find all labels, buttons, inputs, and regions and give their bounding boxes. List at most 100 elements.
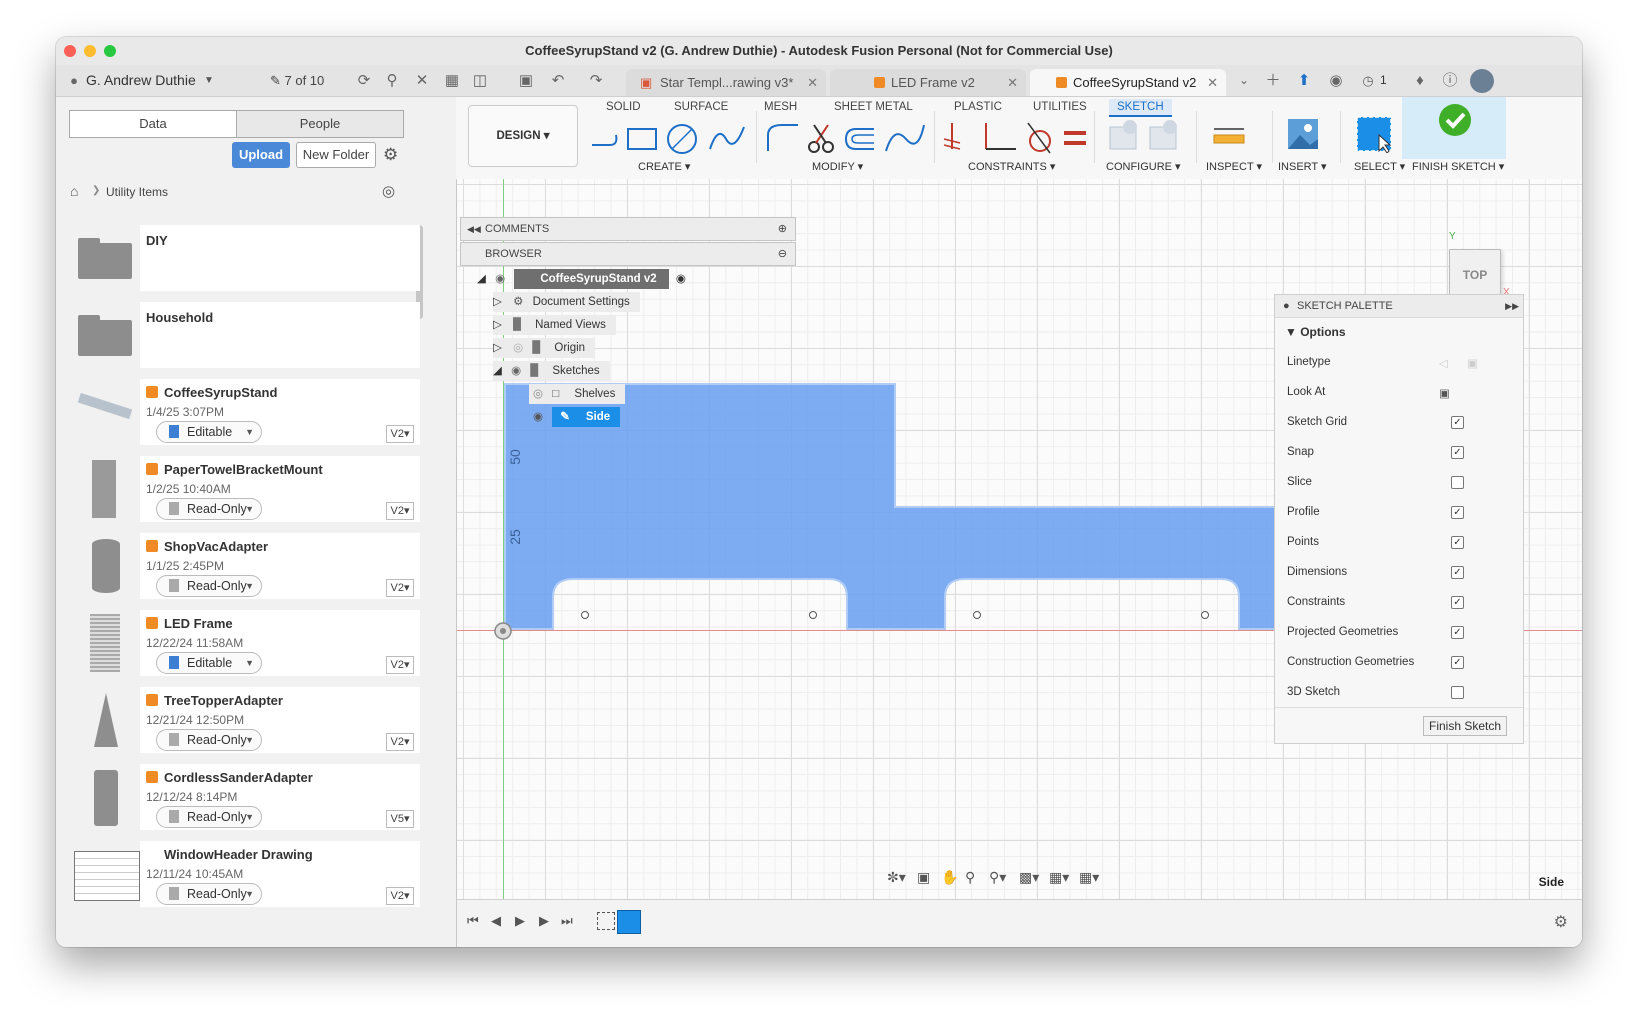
close-icon[interactable]: ✕ <box>1007 69 1018 96</box>
minimize-panel-icon[interactable]: ⊖ <box>778 243 787 265</box>
tree-sketch-shelves[interactable]: ◎ □ Shelves <box>529 384 626 404</box>
look-at-icon[interactable]: ▣ <box>1439 386 1450 400</box>
create-tools[interactable] <box>584 121 752 155</box>
expand-icon[interactable]: ◢ <box>477 273 486 285</box>
expand-icon[interactable]: ◢ <box>493 365 502 377</box>
permission-dropdown[interactable]: Read-Only ▼ <box>156 575 262 597</box>
eye-icon[interactable]: ◉ <box>511 365 521 377</box>
gear-icon[interactable]: ⚙ <box>1554 912 1568 932</box>
tab-sheet-metal[interactable]: SHEET METAL <box>834 101 913 113</box>
constraints-menu[interactable]: CONSTRAINTS ▾ <box>968 160 1055 173</box>
fit-icon[interactable]: ⚲▾ <box>989 869 1006 886</box>
online-status-icon[interactable]: ◉ <box>1324 65 1348 96</box>
home-icon[interactable]: ⌂ <box>70 183 78 199</box>
constraints-checkbox[interactable]: ✓ <box>1451 596 1464 609</box>
version-dropdown[interactable]: V2▾ <box>386 733 414 751</box>
sketch-feature-shelves-icon[interactable] <box>597 912 615 930</box>
refresh-icon[interactable]: ⟳ <box>352 65 376 96</box>
globe-icon[interactable]: ◎ <box>382 182 395 200</box>
constraint-tools[interactable] <box>940 119 1090 155</box>
workspace-switcher[interactable]: DESIGN ▾ <box>468 105 578 167</box>
design-item[interactable]: TreeTopperAdapter 12/21/24 12:50PM Read-… <box>72 687 420 753</box>
tab-mesh[interactable]: MESH <box>764 101 797 113</box>
gear-icon[interactable]: ⚙ <box>383 145 398 165</box>
close-icon[interactable]: ✕ <box>807 69 818 96</box>
job-status[interactable]: ✎ 7 of 10 <box>270 65 324 96</box>
version-dropdown[interactable]: V2▾ <box>386 425 414 443</box>
step-back-icon[interactable]: ◀ <box>491 913 501 929</box>
tab-plastic[interactable]: PLASTIC <box>954 101 1002 113</box>
permission-dropdown[interactable]: Editable ▼ <box>156 421 262 443</box>
measure-icon[interactable] <box>1212 121 1248 151</box>
finish-sketch-palette-button[interactable]: Finish Sketch <box>1423 716 1507 736</box>
profile-checkbox[interactable]: ✓ <box>1451 506 1464 519</box>
permission-dropdown[interactable]: Read-Only ▼ <box>156 806 262 828</box>
palette-header[interactable]: ● SKETCH PALETTE ▶▶ <box>1275 295 1523 318</box>
construction-icon[interactable]: ▣ <box>1467 356 1478 370</box>
insert-image-icon[interactable] <box>1286 117 1320 151</box>
select-icon[interactable] <box>1355 115 1393 153</box>
chevron-down-icon[interactable]: ▼ <box>204 65 214 96</box>
configure-tools[interactable] <box>1106 117 1186 153</box>
tree-named-views[interactable]: ▷ ▉ Named Views <box>493 315 616 335</box>
select-menu[interactable]: SELECT ▾ <box>1354 160 1405 173</box>
finish-sketch-menu[interactable]: FINISH SKETCH ▾ <box>1412 160 1504 173</box>
expand-panel-icon[interactable]: ▶▶ <box>1505 295 1519 317</box>
3d-sketch-checkbox[interactable] <box>1451 686 1464 699</box>
pan-hand-icon[interactable]: ✋ <box>941 869 958 886</box>
create-menu[interactable]: CREATE ▾ <box>638 160 690 173</box>
grid-settings-icon[interactable]: ▦▾ <box>1049 869 1069 886</box>
slice-checkbox[interactable] <box>1451 476 1464 489</box>
tab-led-frame[interactable]: LED Frame v2 ✕ <box>830 69 1026 96</box>
tab-coffeesyrupstand[interactable]: CoffeeSyrupStand v2 ✕ <box>1030 69 1226 96</box>
design-item[interactable]: CoffeeSyrupStand 1/4/25 3:07PM Editable ▼… <box>72 379 420 445</box>
tree-root[interactable]: ◢ ◉ CoffeeSyrupStand v2 ◉ <box>477 269 686 289</box>
bell-icon[interactable]: ♦ <box>1408 65 1432 96</box>
permission-dropdown[interactable]: Read-Only ▼ <box>156 729 262 751</box>
version-dropdown[interactable]: V2▾ <box>386 887 414 905</box>
zoom-icon[interactable]: ⚲ <box>965 869 975 886</box>
viewports-icon[interactable]: ▦▾ <box>1079 869 1099 886</box>
eye-hidden-icon[interactable]: ◎ <box>533 388 543 400</box>
avatar[interactable] <box>1470 69 1494 93</box>
projected-geometries-checkbox[interactable]: ✓ <box>1451 626 1464 639</box>
comments-header[interactable]: ◀◀ COMMENTS ⊕ <box>460 217 796 241</box>
linetype-icon[interactable]: ◁ <box>1439 356 1448 370</box>
minimize-panel-icon[interactable]: ● <box>1283 295 1290 317</box>
tree-origin[interactable]: ▷ ◎ ▉ Origin <box>493 338 596 358</box>
new-tab-icon[interactable]: ＋ <box>1261 65 1285 96</box>
design-item[interactable]: PaperTowelBracketMount 1/2/25 10:40AM Re… <box>72 456 420 522</box>
search-icon[interactable]: ⚲ <box>380 65 404 96</box>
look-at-icon[interactable]: ▣ <box>917 869 930 886</box>
user-menu[interactable]: G. Andrew Duthie <box>86 65 196 96</box>
tree-document-settings[interactable]: ▷ ⚙ Document Settings <box>493 292 640 312</box>
step-forward-icon[interactable]: ▶ <box>539 913 549 929</box>
close-icon[interactable]: ✕ <box>1207 69 1218 96</box>
insert-menu[interactable]: INSERT ▾ <box>1278 160 1327 173</box>
design-item[interactable]: CordlessSanderAdapter 12/12/24 8:14PM Re… <box>72 764 420 830</box>
expand-icon[interactable]: ▷ <box>493 342 502 354</box>
version-dropdown[interactable]: V2▾ <box>386 579 414 597</box>
go-to-end-icon[interactable]: ⏭ <box>561 913 573 929</box>
extensions-icon[interactable]: ⬆ <box>1292 65 1316 96</box>
configure-menu[interactable]: CONFIGURE ▾ <box>1106 160 1181 173</box>
points-checkbox[interactable]: ✓ <box>1451 536 1464 549</box>
tab-people[interactable]: People <box>236 110 404 138</box>
activate-radio-icon[interactable]: ◉ <box>676 273 686 285</box>
tree-sketch-side[interactable]: ◉ ✎ Side <box>529 407 621 427</box>
redo-icon[interactable]: ↷ <box>584 65 608 96</box>
permission-dropdown[interactable]: Read-Only ▼ <box>156 498 262 520</box>
tab-solid[interactable]: SOLID <box>606 101 641 113</box>
close-panel-icon[interactable]: ✕ <box>410 65 434 96</box>
add-comment-icon[interactable]: ⊕ <box>778 218 787 240</box>
modify-tools[interactable] <box>762 121 930 155</box>
save-icon[interactable]: ▣ <box>514 65 538 96</box>
folder-item[interactable]: DIY <box>72 225 420 291</box>
orbit-icon[interactable]: ✼▾ <box>887 869 906 886</box>
display-settings-icon[interactable]: ▩▾ <box>1019 869 1039 886</box>
new-folder-button[interactable]: New Folder <box>296 142 376 168</box>
folder-item[interactable]: Household <box>72 302 420 368</box>
zoom-window-button[interactable] <box>104 45 116 57</box>
grid-apps-icon[interactable]: ▦ <box>440 65 464 96</box>
upload-button[interactable]: Upload <box>232 142 290 168</box>
